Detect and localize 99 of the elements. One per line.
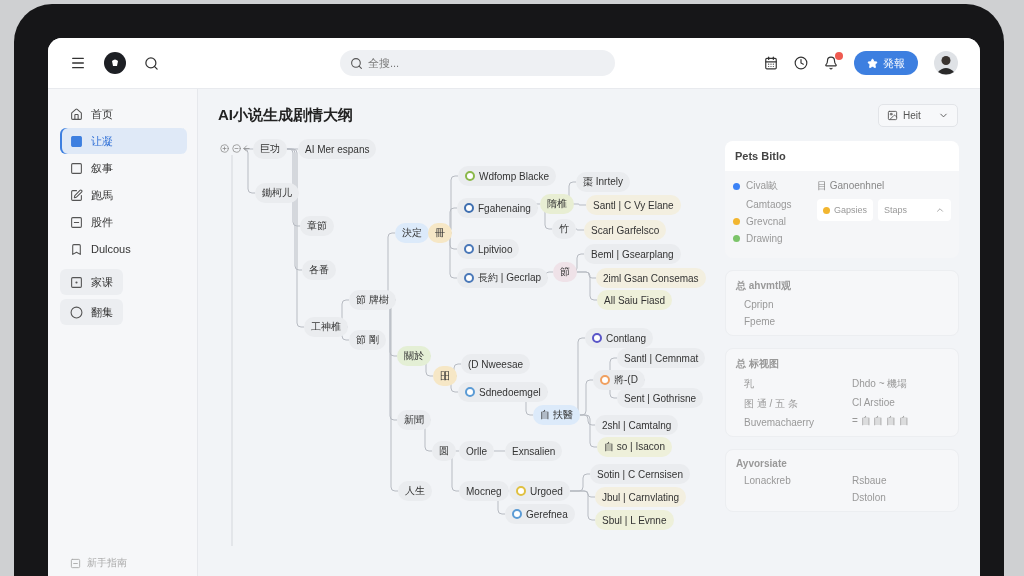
mind-map-node[interactable]: Contlang	[585, 328, 654, 348]
mind-map-node[interactable]: 自 so | Isacon	[597, 437, 672, 457]
mind-map-node[interactable]: 工神椎	[304, 317, 348, 337]
mind-map-node[interactable]: Santl | Cemnmat	[617, 348, 706, 368]
sidebar-item[interactable]: 跑馬	[60, 182, 187, 208]
card-title: 总 ahvmtl观	[736, 279, 792, 293]
nav-icon	[70, 215, 83, 229]
card-item: Dstolon	[852, 492, 887, 503]
mind-map-node[interactable]: 節	[553, 262, 577, 282]
card-title: Ayvorsiate	[736, 458, 788, 469]
card-item: 乳	[744, 377, 755, 391]
mind-map-node[interactable]: Beml | Gsearplang	[584, 244, 681, 264]
guide-icon	[70, 557, 81, 569]
card-item: Fpeme	[744, 316, 777, 327]
mind-map-node[interactable]: 竹	[552, 219, 576, 239]
mind-map-node[interactable]: 節 剛	[349, 330, 386, 350]
mind-map-node[interactable]: 各番	[302, 260, 336, 280]
mind-map-node[interactable]: Mocneg	[459, 481, 509, 501]
sidebar-item[interactable]: Dulcous	[60, 236, 187, 262]
mind-map-node[interactable]: 2shl | Camtalng	[595, 415, 679, 435]
mind-map-node[interactable]: 圆	[432, 441, 456, 461]
page-title: AI小说生成剧情大纲	[218, 105, 353, 125]
mind-map-node[interactable]: Exnsalien	[505, 441, 563, 461]
group-label: 目 Ganoenhnel	[817, 179, 886, 193]
search-icon	[350, 57, 363, 70]
mind-map-node[interactable]: 棗 Inrtely	[576, 172, 630, 192]
create-button[interactable]: 発報	[854, 51, 918, 75]
mind-map-node[interactable]: Urgoed	[509, 481, 570, 501]
star-icon	[867, 57, 878, 69]
nav-icon	[70, 305, 83, 319]
mind-map-node[interactable]: Jbul | Carnvlating	[595, 487, 687, 507]
mind-map-node[interactable]: 人生	[398, 481, 432, 501]
mind-map-node[interactable]: 關於	[397, 346, 431, 366]
mind-map-node[interactable]: Orlle	[459, 441, 495, 461]
search-field[interactable]: 全搜...	[340, 50, 615, 76]
mind-map-node[interactable]: Santl | C Vy Elane	[586, 195, 681, 215]
sidebar-item[interactable]: 家课	[60, 269, 123, 295]
mind-map-node[interactable]: All Saiu Fiasd	[597, 290, 673, 310]
nav-icon	[70, 161, 83, 175]
mind-map-node[interactable]: 長約 | Gecrlap	[457, 268, 549, 288]
bell-icon[interactable]	[824, 56, 838, 70]
mind-map-node[interactable]: 新聞	[397, 410, 431, 430]
sidebar-item[interactable]: 叙事	[60, 155, 187, 181]
sidebar-item[interactable]: 股件	[60, 209, 187, 235]
mind-map-node[interactable]: Sbul | L Evnne	[595, 510, 674, 530]
mind-map-node[interactable]: 冊	[428, 223, 452, 243]
logo-icon[interactable]	[104, 52, 126, 74]
sidebar-item[interactable]: 首页	[60, 101, 187, 127]
notification-badge	[835, 52, 843, 60]
mind-map-node[interactable]: 決定	[395, 223, 429, 243]
mind-map-node[interactable]: 章節	[300, 216, 334, 236]
mind-map-node[interactable]: Lpitvioo	[457, 239, 520, 259]
mind-map-node[interactable]: AI Mer espans	[298, 139, 377, 159]
mind-map-node[interactable]: Sotin | C Cernsisen	[590, 464, 690, 484]
tag-dot	[823, 206, 830, 214]
mind-map-node[interactable]: 鋤柯儿	[255, 183, 299, 203]
mind-map-node[interactable]: Fgahenaing	[457, 198, 538, 218]
card-item: 图 通 / 五 条	[744, 397, 799, 411]
mind-map-node[interactable]: 2iml Gsan Consemas	[596, 268, 706, 288]
search-icon[interactable]	[144, 55, 159, 71]
mind-map-node[interactable]: 節 牌樹	[349, 290, 396, 310]
card-item: Lonackreb	[744, 475, 792, 486]
chevron-up-icon	[935, 205, 945, 215]
nav-icon	[70, 242, 83, 256]
calendar-icon[interactable]	[764, 56, 778, 70]
legend-label: Grevcnal	[746, 216, 786, 227]
sidebar-item[interactable]: 让凝	[60, 128, 187, 154]
legend-label: Drawing	[746, 233, 783, 244]
card-title: 总 标视图	[736, 357, 780, 371]
mind-map-node[interactable]: (D Nweesae	[461, 354, 531, 374]
nav-icon	[70, 134, 83, 148]
mind-map-node[interactable]: 昍	[433, 366, 457, 386]
sidebar-item[interactable]: 翻集	[60, 299, 123, 325]
mind-map-node[interactable]: 隋椎	[540, 194, 574, 214]
card-item: Cpripn	[744, 299, 775, 310]
nav-icon	[70, 275, 83, 289]
card-title: Pets Bitlo	[725, 141, 959, 171]
mind-map-node[interactable]: Scarl Garfelsco	[584, 220, 667, 240]
card-item: Rsbaue	[852, 475, 888, 486]
view-select[interactable]: Heit	[878, 103, 958, 127]
card-item: Dhdo ~ 機場	[852, 377, 909, 391]
nav-icon	[70, 188, 83, 202]
mind-map-node[interactable]: 將-(D	[593, 370, 645, 390]
mind-map-node[interactable]: Gerefnea	[505, 504, 575, 524]
legend-label: Cival畝	[746, 179, 779, 193]
mind-map-node[interactable]: Sent | Gothrisne	[617, 388, 704, 408]
legend-label: Camtaogs	[745, 199, 793, 210]
card-item: Buvemachaerry	[744, 417, 816, 428]
clock-icon[interactable]	[794, 56, 808, 70]
card-item: = 自 自 自 自	[852, 414, 910, 428]
mind-map-node[interactable]: Sdnedoemgel	[458, 382, 548, 402]
nav-icon	[70, 107, 83, 121]
image-icon	[887, 109, 898, 121]
mind-map-node[interactable]: 巨功	[253, 139, 287, 159]
mind-map-node[interactable]: 自 扶醫	[533, 405, 580, 425]
mind-map-node[interactable]: Wdfomp Blacke	[458, 166, 557, 186]
menu-icon[interactable]	[70, 55, 86, 71]
card-item: Cl Arstioe	[852, 397, 896, 408]
avatar[interactable]	[934, 51, 958, 75]
